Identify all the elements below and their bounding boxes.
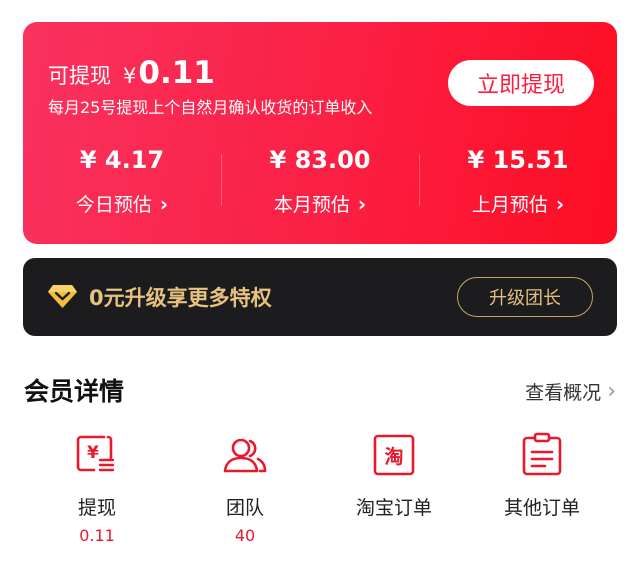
member-item-taobao-orders-value <box>324 526 464 546</box>
stat-this-month-link[interactable]: 本月预估 › <box>274 190 366 217</box>
withdrawable-label: 可提现 <box>48 64 111 88</box>
chevron-right-icon: › <box>159 191 169 216</box>
svg-text:淘: 淘 <box>384 445 403 468</box>
member-item-withdraw-label: 提现 <box>77 497 116 519</box>
member-item-other-orders-label: 其他订单 <box>503 497 580 519</box>
chevron-right-icon: › <box>607 379 616 404</box>
stat-last-month-value: ¥ 15.51 <box>467 146 569 174</box>
withdrawable-amount: 0.11 <box>138 55 215 91</box>
currency-symbol: ¥ <box>123 64 137 88</box>
other-order-icon <box>522 432 562 476</box>
stat-today-value: ¥ 4.17 <box>79 146 165 174</box>
svg-text:¥: ¥ <box>87 443 99 463</box>
stat-this-month-label: 本月预估 <box>273 194 350 216</box>
withdraw-now-button[interactable]: 立即提现 <box>448 60 594 106</box>
withdraw-note: 每月25号提现上个自然月确认收货的订单收入 <box>48 98 373 117</box>
member-item-withdraw-value: 0.11 <box>79 526 115 545</box>
view-overview-link[interactable]: 查看概况 › <box>525 378 616 405</box>
team-icon <box>223 438 267 473</box>
member-item-other-orders-value <box>472 526 612 546</box>
withdraw-icon: ¥ <box>76 435 115 472</box>
estimate-stats: ¥ 4.17 今日预估 › ¥ 83.00 本月预估 › ¥ 15.51 上月预… <box>23 140 617 222</box>
member-item-team-value: 40 <box>234 526 256 545</box>
chevron-right-icon: › <box>357 191 367 216</box>
diamond-icon <box>48 285 77 308</box>
stat-today-link[interactable]: 今日预估 › <box>76 190 168 217</box>
withdrawable-row: 可提现 ¥ 0.11 <box>48 55 215 91</box>
vip-upgrade-bar[interactable]: 0元升级享更多特权 升级团长 <box>23 258 617 336</box>
stat-today[interactable]: ¥ 4.17 今日预估 › <box>23 140 221 222</box>
stat-this-month-value: ¥ 83.00 <box>269 146 371 174</box>
earnings-card: 可提现 ¥ 0.11 每月25号提现上个自然月确认收货的订单收入 立即提现 ¥ … <box>23 22 617 244</box>
member-item-taobao-orders[interactable]: 淘 淘宝订单 <box>324 432 464 546</box>
member-item-other-orders[interactable]: 其他订单 <box>472 432 612 546</box>
vip-promo-text: 0元升级享更多特权 <box>89 286 272 310</box>
stat-last-month-link[interactable]: 上月预估 › <box>472 190 564 217</box>
member-item-taobao-orders-label: 淘宝订单 <box>355 497 432 519</box>
stat-last-month-label: 上月预估 <box>471 194 548 216</box>
stat-today-label: 今日预估 <box>75 194 152 216</box>
view-overview-label: 查看概况 <box>525 382 602 404</box>
stat-last-month[interactable]: ¥ 15.51 上月预估 › <box>419 140 617 222</box>
stat-this-month[interactable]: ¥ 83.00 本月预估 › <box>221 140 419 222</box>
member-item-withdraw[interactable]: ¥ 提现 0.11 <box>27 432 167 546</box>
member-item-team[interactable]: 团队 40 <box>175 432 315 546</box>
taobao-order-icon: 淘 <box>373 434 415 476</box>
member-item-team-label: 团队 <box>225 497 264 519</box>
upgrade-leader-button[interactable]: 升级团长 <box>457 277 593 317</box>
member-details-title: 会员详情 <box>24 377 125 406</box>
chevron-right-icon: › <box>555 191 565 216</box>
